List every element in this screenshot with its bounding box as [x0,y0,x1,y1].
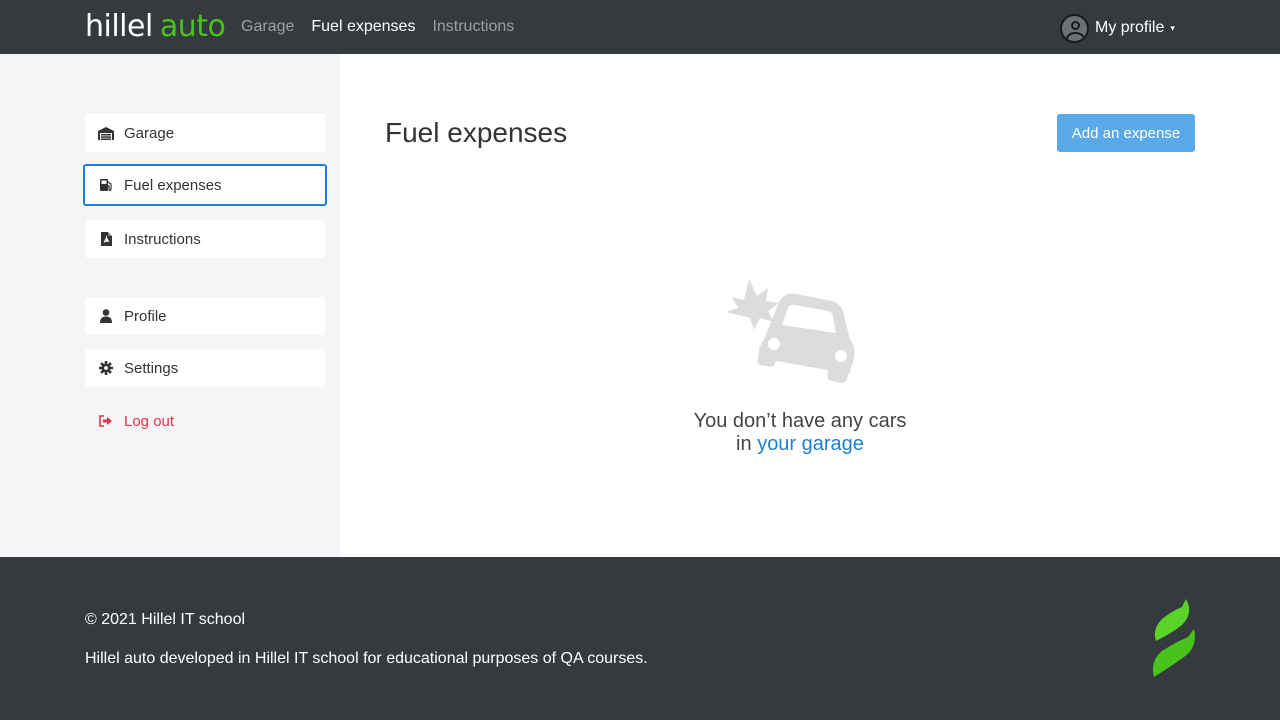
sidebar-item-label: Log out [124,412,175,430]
page-title: Fuel expenses [385,117,568,148]
fuel-icon [98,178,114,192]
sidebar-item-log-out[interactable]: Log out [85,402,325,440]
sidebar-item-label: Profile [124,307,167,325]
sidebar-item-label: Garage [124,124,175,142]
empty-state-prefix: in [736,433,752,455]
nav-link-garage[interactable]: Garage [241,18,294,36]
my-profile-dropdown[interactable]: My profile ▾ [1060,13,1175,43]
sidebar: Garage Fuel expenses Instructions Profil… [0,54,340,557]
nav-link-instructions[interactable]: Instructions [432,18,514,36]
footer-description: Hillel auto developed in Hillel IT schoo… [85,650,648,667]
sidebar-item-profile[interactable]: Profile [85,297,325,335]
logo-text-hillel: hillel [85,9,153,44]
gear-icon [98,361,114,375]
empty-state-message: You don’t have any cars in your garage [540,410,1060,456]
add-expense-button[interactable]: Add an expense [1057,114,1195,152]
pdf-icon [98,232,114,246]
user-icon [98,309,114,323]
logout-icon [98,414,114,428]
sidebar-item-label: Instructions [124,230,201,248]
top-navbar: hillel auto Garage Fuel expenses Instruc… [0,0,1280,54]
user-avatar-icon [1060,13,1089,43]
hillel-leaf-logo-icon [1150,597,1198,679]
my-profile-label: My profile [1095,19,1165,36]
caret-down-icon: ▾ [1170,22,1175,33]
copyright-text: © 2021 Hillel IT school [85,611,246,628]
empty-state-line1: You don’t have any cars [693,410,907,432]
sidebar-item-label: Fuel expenses [124,176,222,194]
main-nav: Garage Fuel expenses Instructions [241,0,531,54]
sidebar-item-fuel-expenses[interactable]: Fuel expenses [83,164,327,206]
sidebar-item-label: Settings [124,359,179,377]
sidebar-item-settings[interactable]: Settings [85,349,325,387]
sidebar-item-instructions[interactable]: Instructions [85,220,325,258]
footer: © 2021 Hillel IT school Hillel auto deve… [0,557,1280,720]
your-garage-link[interactable]: your garage [757,433,864,455]
sidebar-item-garage[interactable]: Garage [85,114,325,152]
car-crash-icon [724,278,858,384]
logo-text-auto: auto [159,9,226,44]
garage-icon [98,126,114,140]
nav-link-fuel-expenses[interactable]: Fuel expenses [311,18,415,36]
hillel-auto-logo[interactable]: hillel auto [85,9,226,44]
